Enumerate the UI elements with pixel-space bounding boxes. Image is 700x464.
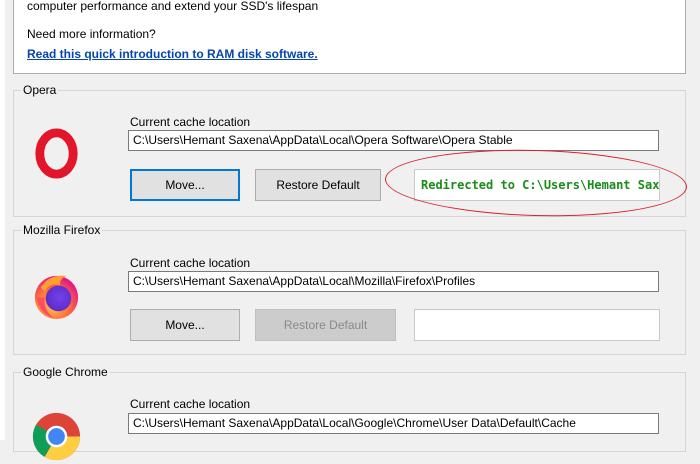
cache-location-label: Current cache location: [130, 397, 251, 411]
opera-cache-path-field[interactable]: C:\Users\Hemant Saxena\AppData\Local\Ope…: [128, 130, 659, 151]
cache-location-label: Current cache location: [130, 256, 251, 270]
firefox-status-field: [414, 309, 660, 341]
firefox-logo-icon: [34, 275, 79, 320]
chrome-group: Google Chrome Current cache location C:\…: [13, 365, 686, 461]
opera-status-field: Redirected to C:\Users\Hemant Saxena\I: [414, 169, 660, 201]
intro-text: computer performance and extend your SSD…: [27, 0, 319, 13]
opera-restore-default-button[interactable]: Restore Default: [255, 169, 381, 201]
firefox-restore-default-button: Restore Default: [255, 309, 396, 341]
cache-location-label: Current cache location: [130, 115, 251, 129]
group-title-chrome: Google Chrome: [21, 365, 110, 379]
firefox-cache-path-field[interactable]: C:\Users\Hemant Saxena\AppData\Local\Moz…: [128, 271, 659, 292]
intro-panel: computer performance and extend your SSD…: [13, 0, 686, 74]
firefox-move-button[interactable]: Move...: [130, 309, 240, 341]
chrome-cache-path-field[interactable]: C:\Users\Hemant Saxena\AppData\Local\Goo…: [128, 413, 659, 434]
chrome-logo-icon: [32, 412, 81, 461]
left-window-edge: [0, 0, 5, 440]
opera-group: Opera Current cache location C:\Users\He…: [13, 83, 686, 217]
info-prompt: Need more information?: [27, 27, 156, 41]
opera-logo-icon: [35, 128, 78, 179]
firefox-group: Mozilla Firefox Current cache location C…: [13, 223, 686, 355]
ram-disk-intro-link[interactable]: Read this quick introduction to RAM disk…: [27, 47, 318, 61]
group-title-firefox: Mozilla Firefox: [21, 223, 103, 237]
opera-move-button[interactable]: Move...: [130, 169, 240, 201]
group-title-opera: Opera: [21, 83, 59, 97]
